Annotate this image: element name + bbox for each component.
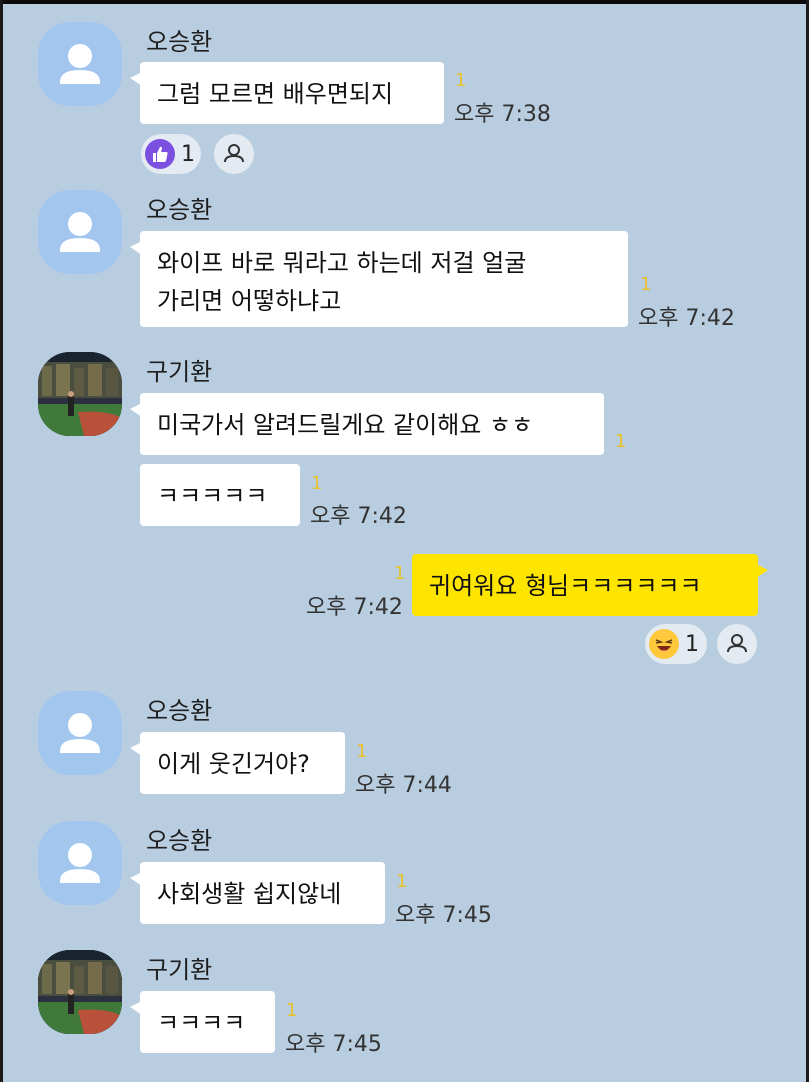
message-time: 오후 7:45 (395, 903, 492, 928)
person-outline-icon (224, 144, 244, 163)
unread-count: 1 (396, 871, 408, 892)
message-time: 오후 7:38 (454, 102, 551, 127)
sender-name: 오승환 (146, 28, 213, 56)
sender-name: 구기환 (146, 956, 213, 984)
reaction-count: 1 (181, 141, 195, 167)
default-profile-avatar[interactable] (38, 22, 122, 106)
message-bubble[interactable]: 이게 웃긴거야? (130, 732, 345, 794)
left-border (0, 0, 3, 1082)
person-outline-icon (727, 634, 747, 653)
person-silhouette-icon (60, 713, 100, 753)
message-time: 오후 7:45 (285, 1032, 382, 1057)
top-border (0, 0, 809, 4)
unread-count: 1 (356, 741, 368, 762)
message-bubble[interactable]: 그럼 모르면 배우면되지 (130, 62, 444, 124)
message-bubble[interactable]: 와이프 바로 뭐라고 하는데 저걸 얼굴 가리면 어떻하냐고 (130, 231, 628, 327)
default-profile-avatar[interactable] (38, 190, 122, 274)
person-silhouette-icon (60, 212, 100, 252)
reaction-chip[interactable]: 1 (141, 134, 201, 174)
sender-name: 오승환 (146, 697, 213, 725)
message-time: 오후 7:42 (310, 504, 407, 529)
reaction-chip[interactable]: 1 (645, 624, 707, 664)
sender-name: 구기환 (146, 358, 213, 386)
message-time: 오후 7:42 (638, 306, 735, 331)
thumbs-up-icon (145, 139, 175, 169)
my-message-bubble[interactable]: 귀여워요 형님ㅋㅋㅋㅋㅋㅋ (412, 554, 768, 616)
default-profile-avatar[interactable] (38, 691, 122, 775)
sender-name: 오승환 (146, 827, 213, 855)
unread-count: 1 (455, 70, 467, 91)
reaction-count: 1 (685, 631, 699, 657)
unread-count: 1 (615, 431, 627, 452)
person-silhouette-icon (60, 843, 100, 883)
message-time: 오후 7:42 (306, 595, 403, 620)
stadium-photo (38, 950, 122, 1034)
person-silhouette-icon (60, 44, 100, 84)
message-bubble[interactable]: ㅋㅋㅋㅋ (130, 991, 275, 1053)
message-time: 오후 7:44 (355, 773, 452, 798)
unread-count: 1 (311, 473, 323, 494)
sender-name: 오승환 (146, 196, 213, 224)
unread-count: 1 (394, 563, 406, 584)
unread-count: 1 (640, 274, 652, 295)
laughing-face-icon (649, 629, 679, 659)
message-bubble[interactable]: ㅋㅋㅋㅋㅋ (140, 464, 300, 526)
stadium-photo (38, 352, 122, 436)
message-bubble[interactable]: 미국가서 알려드릴게요 같이해요 ㅎㅎ (130, 393, 604, 455)
reaction-viewers-button[interactable] (214, 134, 254, 174)
profile-photo-avatar[interactable] (38, 352, 122, 436)
message-bubble[interactable]: 사회생활 쉽지않네 (130, 862, 385, 924)
unread-count: 1 (286, 1000, 298, 1021)
default-profile-avatar[interactable] (38, 821, 122, 905)
reaction-viewers-button[interactable] (717, 624, 757, 664)
profile-photo-avatar[interactable] (38, 950, 122, 1034)
